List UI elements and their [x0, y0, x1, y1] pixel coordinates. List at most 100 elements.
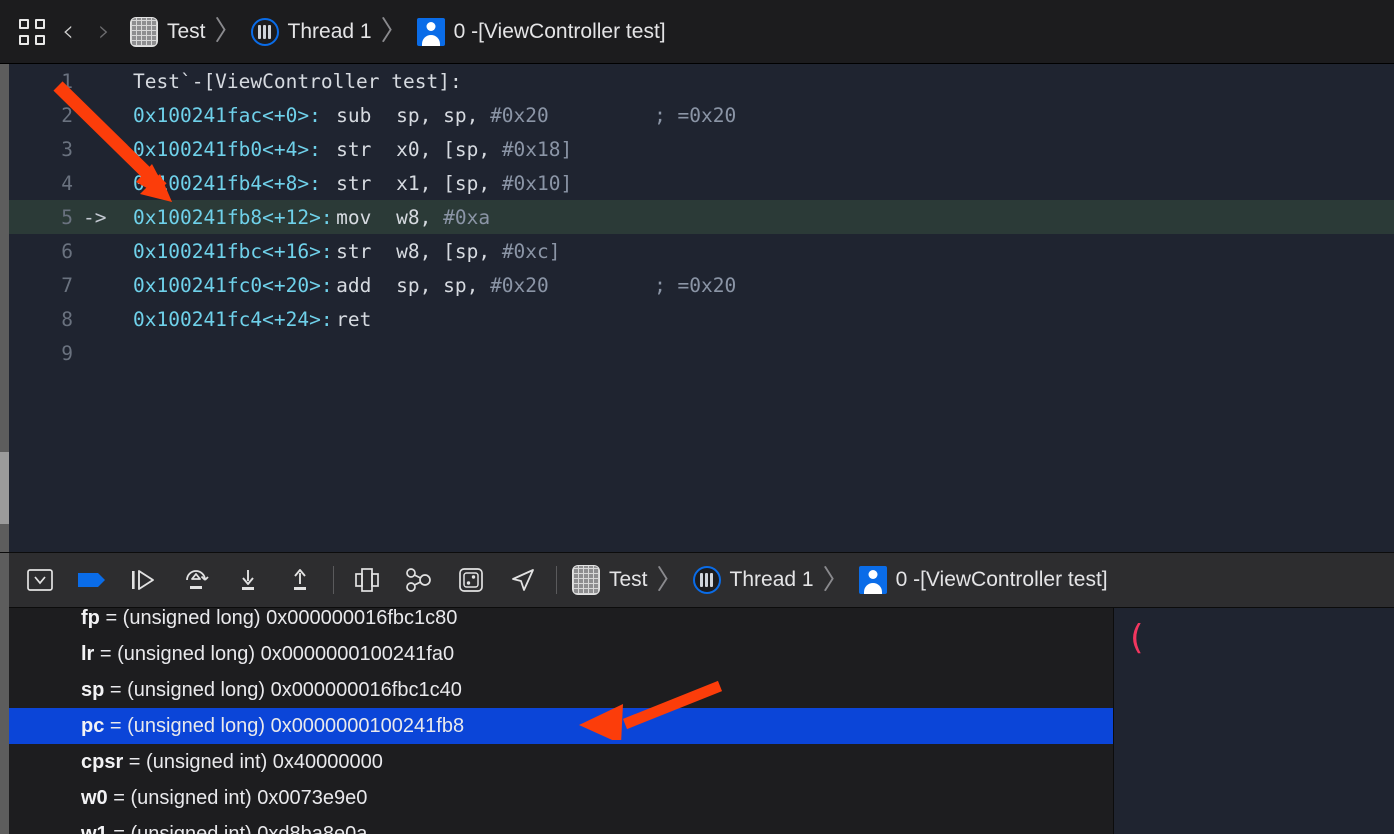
- instruction-immediate: #0x20: [490, 273, 549, 297]
- back-button[interactable]: ‹: [50, 12, 86, 52]
- instruction-operands: sp, sp,: [396, 273, 491, 297]
- disassembly-line[interactable]: 9: [9, 336, 1394, 370]
- instruction-operands: w8, [sp,: [396, 239, 502, 263]
- step-into-icon: [242, 570, 254, 590]
- debug-breadcrumb: Test 〉 Thread 1 〉 0 -[ViewController tes…: [572, 565, 1108, 595]
- instruction-address: 0x100241fb0: [133, 137, 263, 161]
- panel-collapse-icon: [27, 569, 53, 591]
- disassembly-line[interactable]: 5 -> 0x100241fb8 <+12>: mov w8, #0xa: [9, 200, 1394, 234]
- debug-breadcrumb-item-project[interactable]: Test: [572, 565, 648, 595]
- line-number: 4: [61, 171, 73, 195]
- toolbar-separator: [333, 566, 334, 594]
- instruction-mnemonic: str: [336, 239, 372, 263]
- instruction-operands: sp, sp,: [396, 103, 491, 127]
- step-out-button[interactable]: [274, 552, 326, 608]
- debug-breadcrumb-item-frame[interactable]: 0 -[ViewController test]: [858, 566, 1108, 594]
- instruction-offset: <+16>:: [262, 239, 333, 263]
- thread-icon: [250, 17, 279, 46]
- line-number: 6: [61, 239, 73, 263]
- memory-graph-icon: [406, 568, 431, 592]
- frame-person-icon: [416, 17, 445, 46]
- disassembly-line[interactable]: 8 0x100241fc4 <+24>: ret: [9, 302, 1394, 336]
- instruction-mnemonic: mov: [336, 205, 372, 229]
- line-number: 7: [61, 273, 73, 297]
- breadcrumb-label-project: Test: [167, 19, 206, 43]
- simulate-location-button[interactable]: [497, 552, 549, 608]
- register-type-and-value: = (unsigned long) 0x0000000100241fb8: [104, 714, 465, 737]
- instruction-address: 0x100241fb4: [133, 171, 263, 195]
- disassembly-line[interactable]: 6 0x100241fbc <+16>: str w8, [sp, #0xc]: [9, 234, 1394, 268]
- disassembly-line[interactable]: 4 0x100241fb4 <+8>: str x1, [sp, #0x10]: [9, 166, 1394, 200]
- instruction-offset: <+4>:: [262, 137, 321, 161]
- instruction-offset: <+12>:: [262, 205, 333, 229]
- disassembly-line[interactable]: 3 0x100241fb0 <+4>: str x0, [sp, #0x18]: [9, 132, 1394, 166]
- breadcrumb-separator: 〉: [380, 16, 408, 47]
- chevron-right-icon: ›: [98, 13, 110, 49]
- debug-toolbar: Test 〉 Thread 1 〉 0 -[ViewController tes…: [0, 552, 1394, 609]
- console-pane[interactable]: (: [1114, 608, 1394, 834]
- instruction-immediate: #0xc]: [501, 239, 561, 263]
- instruction-operands: x0, [sp,: [396, 137, 502, 161]
- debug-view-hierarchy-button[interactable]: [341, 552, 393, 608]
- grid-layout-icon[interactable]: [14, 12, 50, 52]
- breadcrumb-separator: 〉: [656, 564, 684, 596]
- breadcrumb-item-frame[interactable]: 0 -[ViewController test]: [416, 17, 666, 46]
- register-type-and-value: = (unsigned long) 0x000000016fbc1c40: [104, 678, 462, 701]
- chevron-left-icon: ‹: [62, 13, 74, 49]
- breadcrumb-label-thread: Thread 1: [287, 19, 372, 43]
- environment-overrides-button[interactable]: [445, 552, 497, 608]
- debug-breadcrumb-item-thread[interactable]: Thread 1: [692, 566, 814, 594]
- disassembly-line[interactable]: 1 Test`-[ViewController test]:: [9, 64, 1394, 98]
- line-number: 3: [61, 137, 73, 161]
- continue-button[interactable]: [118, 552, 170, 608]
- debug-breadcrumb-label-frame: 0 -[ViewController test]: [895, 568, 1108, 591]
- breadcrumb-label-frame: 0 -[ViewController test]: [453, 19, 666, 43]
- register-name: fp: [81, 608, 100, 629]
- toolbar-separator: [556, 566, 557, 594]
- breadcrumb-item-project[interactable]: Test: [130, 16, 206, 47]
- instruction-offset: <+24>:: [262, 307, 333, 331]
- scrollbar-thumb[interactable]: [0, 452, 9, 524]
- line-number: 9: [61, 341, 73, 365]
- instruction-mnemonic: add: [336, 273, 372, 297]
- line-number: 8: [61, 307, 73, 331]
- disassembly-line[interactable]: 2 0x100241fac <+0>: sub sp, sp, #0x20 ; =0…: [9, 98, 1394, 132]
- xcode-debugger-window: ‹ › Test 〉 Thread 1 〉 0 -[ViewController…: [0, 0, 1394, 834]
- debug-memory-graph-button[interactable]: [393, 552, 445, 608]
- register-name: w0: [81, 786, 108, 809]
- debug-breadcrumb-label-thread: Thread 1: [729, 568, 814, 591]
- breadcrumb-separator: 〉: [822, 564, 850, 596]
- instruction-offset: <+20>:: [262, 273, 333, 297]
- disassembly-line-list: 1 Test`-[ViewController test]: 2 0x100241fa…: [9, 64, 1394, 370]
- register-name: cpsr: [81, 750, 124, 773]
- deactivate-breakpoints-button[interactable]: [66, 552, 118, 608]
- step-over-button[interactable]: [170, 552, 222, 608]
- breakpoint-arrow-icon: [78, 573, 105, 587]
- instruction-address: 0x100241fbc: [133, 239, 263, 263]
- function-header-label: Test`-[ViewController test]:: [133, 69, 462, 93]
- step-into-button[interactable]: [222, 552, 274, 608]
- top-navigation-bar: ‹ › Test 〉 Thread 1 〉 0 -[ViewController…: [0, 0, 1394, 64]
- instruction-mnemonic: sub: [336, 103, 372, 127]
- register-type-and-value: = (unsigned long) 0x000000016fbc1c80: [99, 608, 458, 629]
- register-name: w1: [81, 822, 108, 834]
- view-hierarchy-icon: [355, 568, 379, 592]
- forward-button[interactable]: ›: [86, 12, 122, 52]
- disassembly-editor[interactable]: 1 Test`-[ViewController test]: 2 0x100241fa…: [0, 64, 1394, 552]
- variables-view[interactable]: fp = (unsigned long) 0x000000016fbc1c800…: [0, 608, 1394, 834]
- thread-icon: [692, 566, 721, 594]
- register-name: sp: [81, 678, 105, 701]
- project-icon: [572, 565, 600, 595]
- line-number: 5: [61, 205, 73, 229]
- debug-toolbar-edge: [0, 553, 9, 609]
- editor-vertical-scrollbar[interactable]: [0, 64, 9, 552]
- register-type-and-value: = (unsigned int) 0x0073e9e0: [107, 786, 368, 809]
- environment-overrides-icon: [459, 568, 483, 592]
- disassembly-line[interactable]: 7 0x100241fc0 <+20>: add sp, sp, #0x20 ; =…: [9, 268, 1394, 302]
- instruction-address: 0x100241fc0: [133, 273, 263, 297]
- breadcrumb-separator: 〉: [214, 16, 242, 47]
- register-type-and-value: = (unsigned long) 0x0000000100241fa0: [94, 642, 455, 665]
- frame-person-icon: [858, 566, 887, 594]
- breadcrumb-item-thread[interactable]: Thread 1: [250, 17, 372, 46]
- hide-debug-area-button[interactable]: [14, 552, 66, 608]
